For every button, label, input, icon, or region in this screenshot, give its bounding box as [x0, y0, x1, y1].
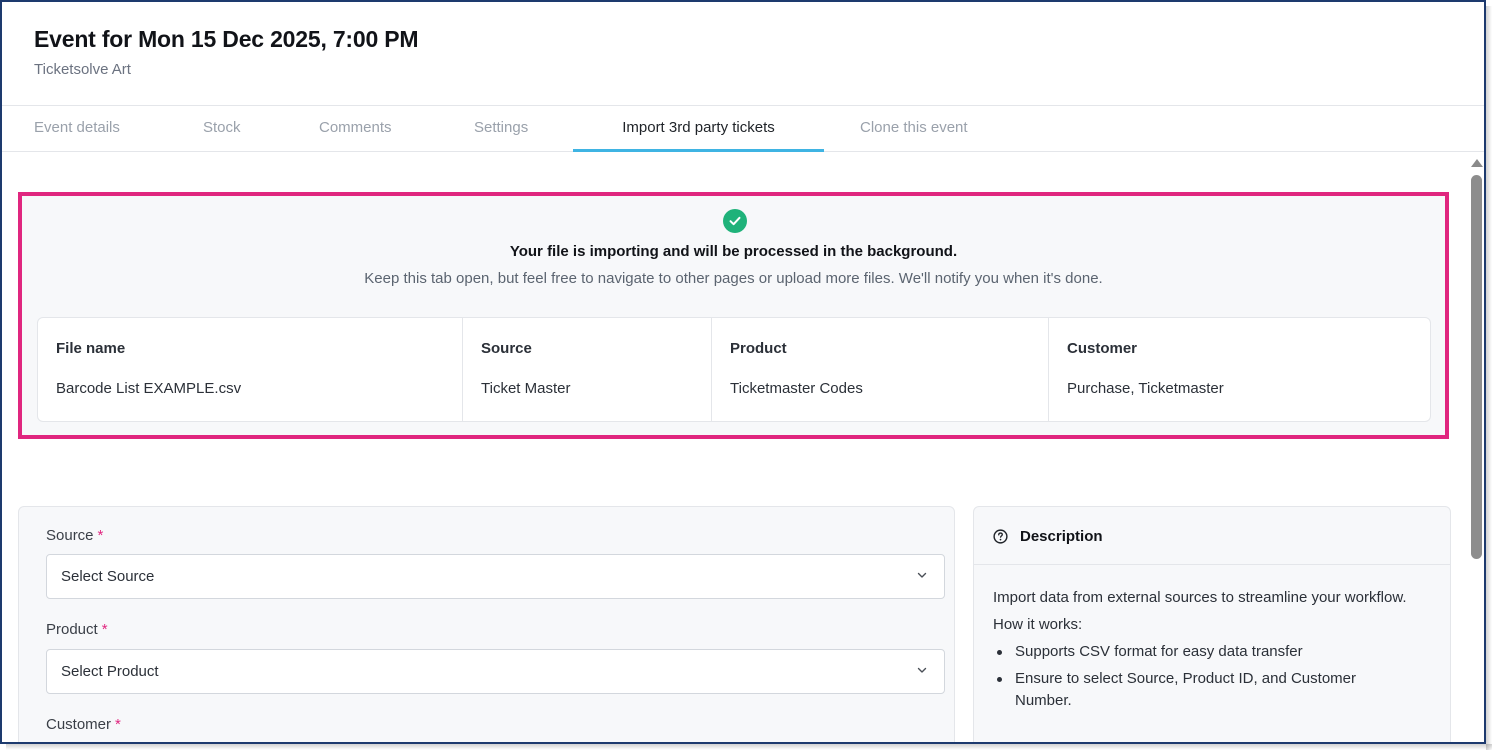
summary-value: Purchase, Ticketmaster: [1067, 380, 1224, 397]
source-select[interactable]: Select Source: [46, 554, 945, 599]
chevron-down-icon: [917, 572, 927, 578]
summary-cell-product: Product Ticketmaster Codes: [712, 318, 1049, 421]
description-title: Description: [1020, 528, 1103, 545]
summary-cell-file-name: File name Barcode List EXAMPLE.csv: [38, 318, 463, 421]
source-label: Source *: [46, 527, 103, 544]
check-circle-icon: [723, 209, 747, 233]
product-select-value: Select Product: [61, 663, 159, 680]
list-item: Supports CSV format for easy data transf…: [993, 641, 1413, 663]
description-panel: Description Import data from external so…: [973, 506, 1451, 742]
import-status-title: Your file is importing and will be proce…: [509, 243, 958, 260]
customer-label: Customer *: [46, 716, 121, 733]
summary-cell-customer: Customer Purchase, Ticketmaster: [1049, 318, 1430, 421]
required-marker: *: [101, 621, 108, 638]
summary-cell-source: Source Ticket Master: [463, 318, 712, 421]
description-list: Supports CSV format for easy data transf…: [993, 641, 1413, 712]
tab-settings[interactable]: Settings: [474, 106, 528, 152]
summary-header: File name: [56, 340, 126, 357]
import-status-message: Keep this tab open, but feel free to nav…: [364, 270, 1103, 287]
import-summary-table: File name Barcode List EXAMPLE.csv Sourc…: [37, 317, 1431, 422]
tab-bar: Event details Stock Comments Settings Im…: [2, 106, 1484, 152]
summary-value: Ticketmaster Codes: [730, 380, 863, 397]
app-window: Event for Mon 15 Dec 2025, 7:00 PM Ticke…: [0, 0, 1486, 744]
scrollbar-thumb[interactable]: [1471, 175, 1482, 559]
summary-value: Barcode List EXAMPLE.csv: [56, 380, 242, 397]
tab-stock[interactable]: Stock: [203, 106, 241, 152]
window-shadow: [6, 744, 1492, 750]
summary-header: Product: [730, 340, 787, 357]
tab-event-details[interactable]: Event details: [34, 106, 120, 152]
vertical-scrollbar[interactable]: [1468, 153, 1484, 742]
product-label: Product *: [46, 621, 108, 638]
page-subtitle: Ticketsolve Art: [34, 61, 131, 78]
page-title: Event for Mon 15 Dec 2025, 7:00 PM: [34, 26, 419, 52]
description-intro: Import data from external sources to str…: [993, 589, 1407, 606]
question-circle-icon: [993, 529, 1008, 544]
import-form: Source * Select Source Product * Select Pr…: [18, 506, 955, 742]
import-status-panel: Your file is importing and will be proce…: [18, 192, 1449, 439]
summary-value: Ticket Master: [481, 380, 571, 397]
tab-comments[interactable]: Comments: [319, 106, 392, 152]
required-marker: *: [97, 527, 104, 544]
main-content: Your file is importing and will be proce…: [2, 153, 1468, 742]
list-item: Ensure to select Source, Product ID, and…: [993, 668, 1413, 712]
required-marker: *: [115, 716, 121, 733]
tab-import-3rd-party-tickets[interactable]: Import 3rd party tickets: [573, 106, 824, 152]
chevron-down-icon: [917, 667, 927, 673]
product-select[interactable]: Select Product: [46, 649, 945, 694]
customer-label-text: Customer: [46, 716, 112, 733]
product-label-text: Product: [46, 621, 98, 638]
summary-header: Customer: [1067, 340, 1138, 357]
source-label-text: Source: [46, 527, 94, 544]
description-header: Description: [974, 507, 1450, 565]
page-header: Event for Mon 15 Dec 2025, 7:00 PM Ticke…: [2, 2, 1484, 106]
source-select-value: Select Source: [61, 568, 155, 585]
summary-header: Source: [481, 340, 532, 357]
description-body: Import data from external sources to str…: [993, 587, 1413, 717]
tab-clone-this-event[interactable]: Clone this event: [860, 106, 968, 152]
window-shadow: [1486, 6, 1492, 750]
scroll-up-arrow-icon[interactable]: [1471, 159, 1483, 167]
description-how-title: How it works:: [993, 616, 1083, 633]
